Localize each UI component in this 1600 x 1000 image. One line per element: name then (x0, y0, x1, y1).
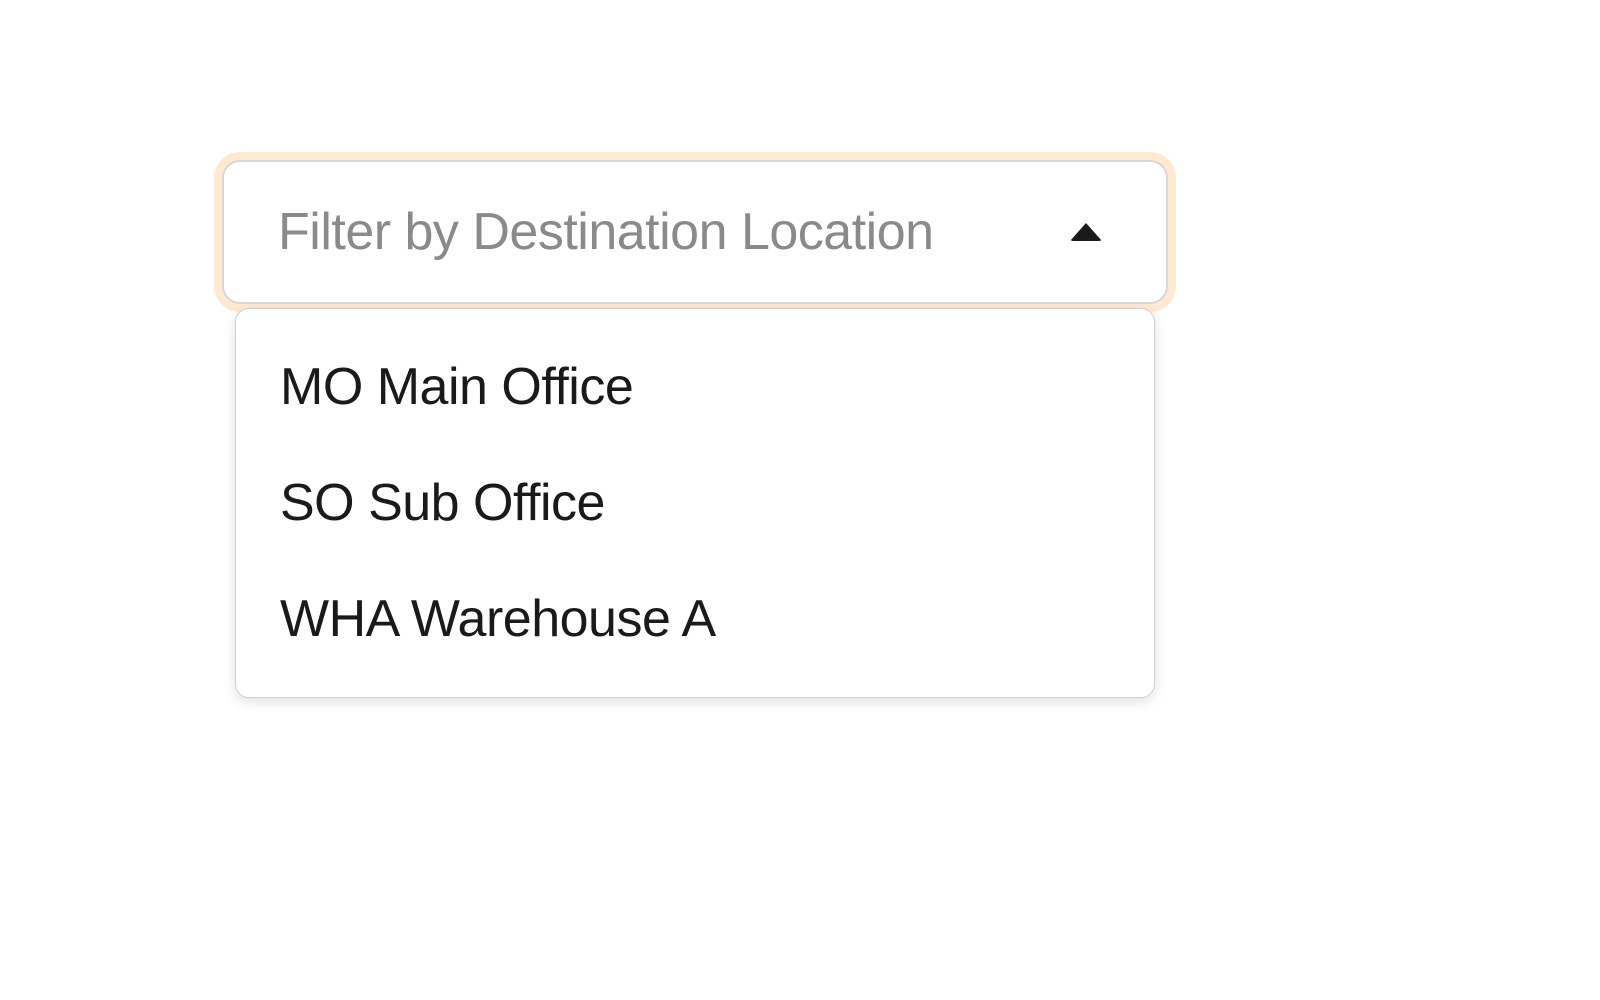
dropdown-option-main-office[interactable]: MO Main Office (236, 329, 1154, 445)
destination-location-filter: Filter by Destination Location MO Main O… (222, 160, 1168, 698)
dropdown-option-warehouse-a[interactable]: WHA Warehouse A (236, 561, 1154, 677)
dropdown-option-sub-office[interactable]: SO Sub Office (236, 445, 1154, 561)
caret-up-icon (1070, 223, 1102, 241)
dropdown-placeholder: Filter by Destination Location (278, 202, 934, 262)
dropdown-trigger[interactable]: Filter by Destination Location (222, 160, 1168, 304)
dropdown-menu: MO Main Office SO Sub Office WHA Warehou… (235, 308, 1155, 698)
